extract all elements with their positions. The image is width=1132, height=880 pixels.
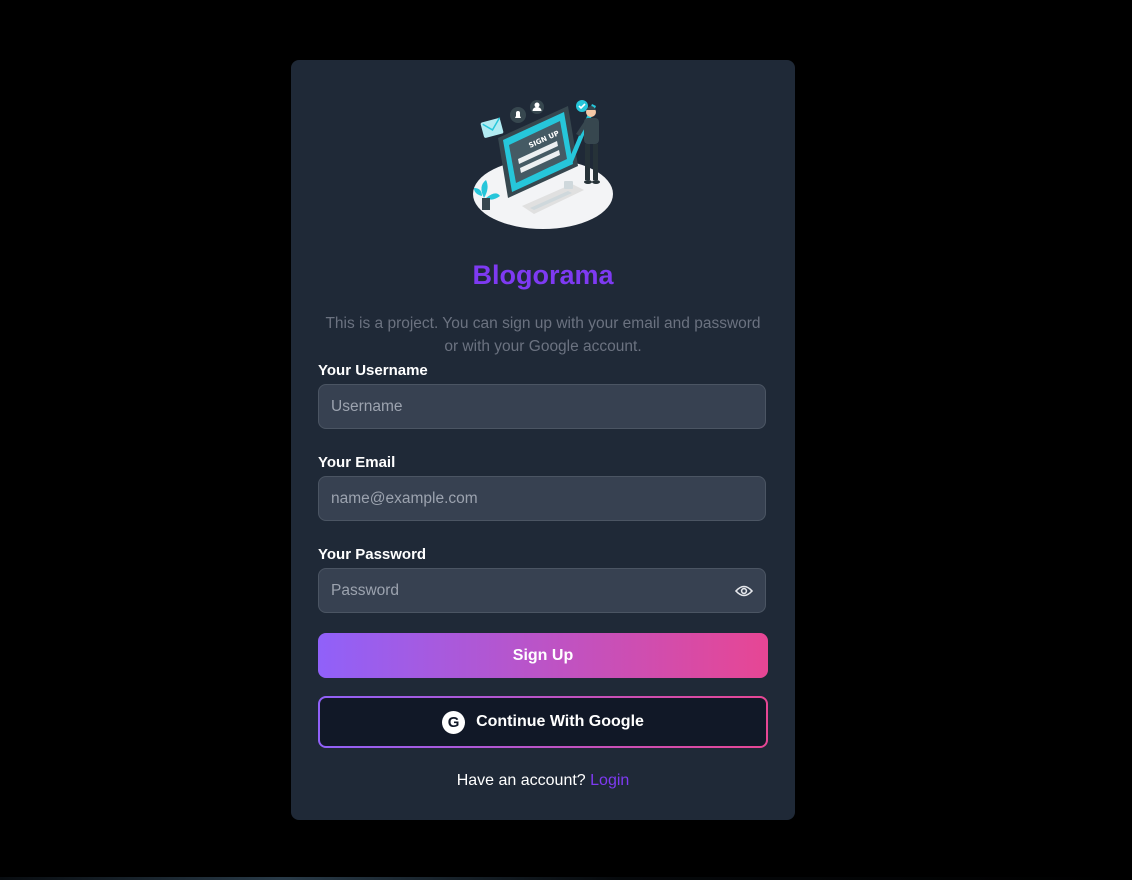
username-input[interactable] xyxy=(318,384,766,429)
google-signin-button[interactable]: G Continue With Google xyxy=(318,696,768,748)
email-input[interactable] xyxy=(318,476,766,521)
login-prompt: Have an account? Login xyxy=(291,772,795,790)
login-link[interactable]: Login xyxy=(590,772,629,789)
username-label: Your Username xyxy=(318,362,428,379)
email-label: Your Email xyxy=(318,454,396,471)
app-title: Blogorama xyxy=(472,260,614,290)
google-button-label: Continue With Google xyxy=(476,713,644,730)
password-label: Your Password xyxy=(318,546,427,563)
app-description: This is a project. You can sign up with … xyxy=(325,315,761,355)
google-icon: G xyxy=(442,710,466,734)
eye-icon[interactable] xyxy=(735,584,753,598)
google-button-body: G Continue With Google xyxy=(320,698,766,746)
login-prompt-text: Have an account? xyxy=(456,772,586,789)
signup-illustration: SIGN UP xyxy=(473,100,613,229)
password-input[interactable] xyxy=(318,568,766,613)
signup-card: SIGN UP Blogorama This is a project. You… xyxy=(291,60,795,820)
signup-button[interactable]: Sign Up xyxy=(318,633,768,678)
